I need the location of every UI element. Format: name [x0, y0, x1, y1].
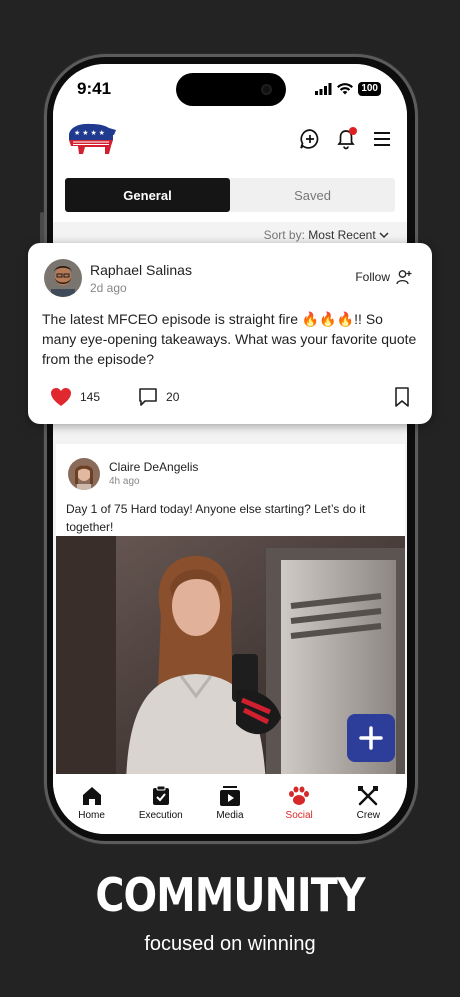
nav-social[interactable]: Social	[267, 786, 331, 834]
marketing-headline: COMMUNITY	[95, 868, 365, 922]
nav-media[interactable]: Media	[198, 786, 262, 834]
phone-side-button	[40, 212, 44, 244]
status-time: 9:41	[77, 79, 112, 98]
plus-icon	[359, 726, 383, 750]
nav-crew[interactable]: Crew	[336, 786, 400, 834]
marketing-subline: focused on winning	[144, 933, 316, 955]
like-count: 145	[80, 390, 101, 404]
status-bar: 9:41 100	[53, 64, 407, 114]
sort-control[interactable]: Sort by: Most Recent	[264, 228, 389, 242]
dynamic-island	[176, 73, 286, 106]
post-actions: 145 20	[50, 387, 179, 407]
nav-home-label: Home	[78, 810, 105, 821]
buffalo-logo-icon[interactable]: ★ ★ ★ ★	[65, 120, 117, 161]
notifications-button[interactable]	[335, 127, 357, 150]
nav-execution[interactable]: Execution	[129, 786, 193, 834]
new-post-icon[interactable]	[299, 128, 321, 150]
follow-button[interactable]: Follow	[355, 269, 412, 285]
notification-badge	[349, 127, 357, 135]
post-text: Day 1 of 75 Hard today! Anyone else star…	[66, 502, 366, 534]
add-user-icon	[396, 270, 412, 285]
clipboard-check-icon	[152, 786, 169, 805]
post-time: 4h ago	[109, 476, 140, 487]
nav-crew-label: Crew	[356, 810, 381, 821]
post-text: The latest MFCEO episode is straight fir…	[42, 311, 417, 367]
bottom-nav: Home Execution Media Social Crew	[53, 774, 407, 834]
nav-execution-label: Execution	[138, 810, 183, 821]
app-screen: 9:41 100 ★ ★ ★ ★ General Saved Sort by: …	[53, 64, 407, 834]
menu-icon[interactable]	[371, 128, 393, 150]
sort-value: Most Recent	[308, 228, 376, 242]
follow-label: Follow	[355, 270, 390, 284]
post-author[interactable]: Raphael Salinas	[90, 262, 192, 278]
header-actions	[299, 127, 393, 150]
paw-icon	[289, 786, 310, 805]
signal-icon	[315, 83, 332, 95]
nav-media-label: Media	[216, 810, 244, 821]
post-card[interactable]: Claire DeAngelis 4h ago Day 1 of 75 Hard…	[56, 444, 405, 536]
wifi-icon	[337, 83, 354, 95]
heart-icon[interactable]	[50, 387, 72, 407]
svg-text:★ ★ ★ ★: ★ ★ ★ ★	[74, 129, 105, 137]
tab-general[interactable]: General	[65, 178, 230, 212]
play-icon	[219, 786, 240, 806]
nav-home[interactable]: Home	[60, 786, 124, 834]
post-time: 2d ago	[90, 281, 127, 295]
home-icon	[82, 787, 101, 805]
nav-social-label: Social	[285, 810, 313, 821]
sort-label: Sort by:	[263, 228, 305, 242]
comment-icon[interactable]	[138, 387, 158, 407]
chevron-down-icon	[379, 232, 389, 239]
bookmark-icon[interactable]	[394, 387, 410, 407]
app-header: ★ ★ ★ ★	[53, 114, 407, 168]
tab-saved[interactable]: Saved	[230, 178, 395, 212]
status-icons: 100	[315, 82, 381, 96]
feed-tabs-bar: General Saved	[53, 168, 407, 222]
create-post-button[interactable]	[347, 714, 395, 762]
crossed-tools-icon	[358, 786, 379, 806]
avatar[interactable]	[44, 259, 82, 297]
avatar[interactable]	[68, 458, 100, 490]
featured-post-card[interactable]: Raphael Salinas 2d ago Follow The latest…	[28, 243, 432, 424]
post-author[interactable]: Claire DeAngelis	[109, 460, 198, 474]
comment-count: 20	[166, 390, 180, 404]
feed-tabs: General Saved	[65, 178, 395, 212]
battery-indicator: 100	[358, 82, 381, 96]
